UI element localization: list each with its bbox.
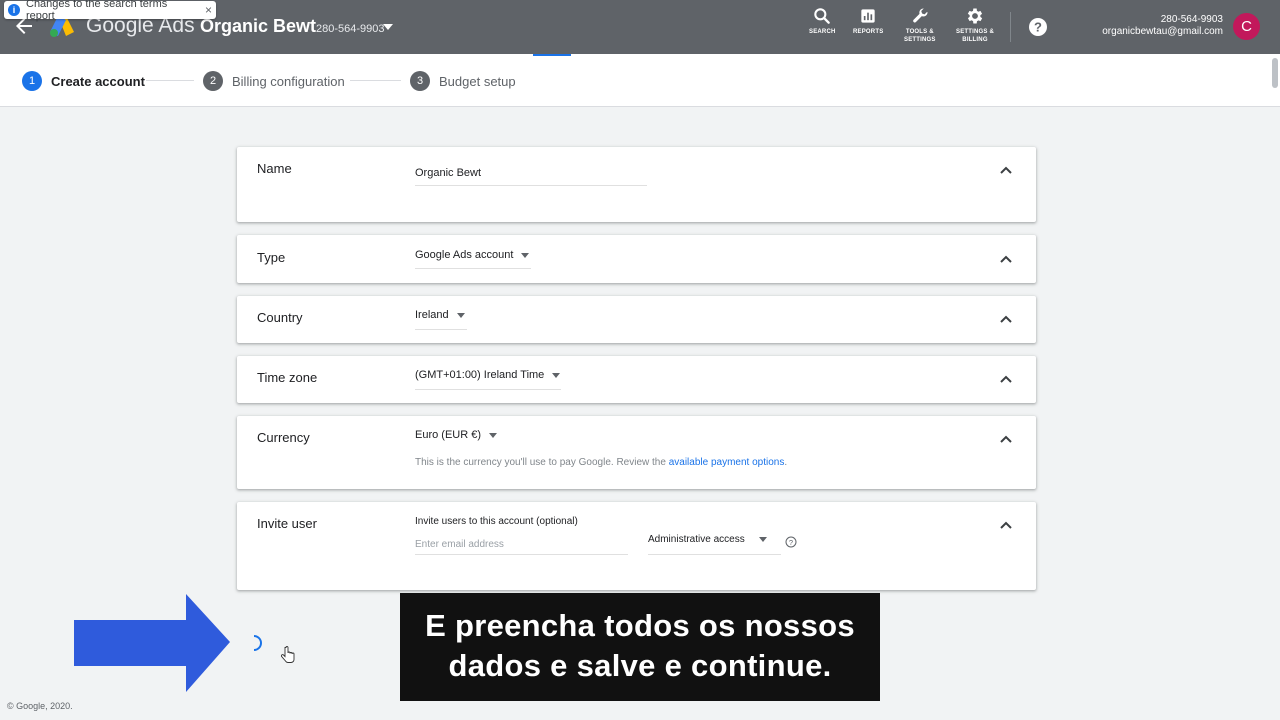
step-number: 1 <box>22 71 42 91</box>
tools-settings-tool[interactable]: TOOLS & SETTINGS <box>904 6 936 44</box>
step-number: 3 <box>410 71 430 91</box>
reports-tool-label: REPORTS <box>853 29 884 35</box>
account-name[interactable]: Organic Bewt <box>200 16 316 37</box>
svg-text:?: ? <box>789 538 793 547</box>
timezone-card-title: Time zone <box>257 370 318 385</box>
step-number: 2 <box>203 71 223 91</box>
country-select[interactable]: Ireland <box>415 309 465 321</box>
settings-billing-label-1: SETTINGS & <box>956 29 995 35</box>
user-account-id: 280-564-9903 <box>1160 14 1223 25</box>
email-field[interactable] <box>415 534 628 554</box>
notification-chip[interactable]: i Changes to the search terms report × <box>4 0 216 22</box>
invite-user-card: Invite user Invite users to this account… <box>237 502 1036 590</box>
timezone-card: Time zone (GMT+01:00) Ireland Time <box>237 356 1036 403</box>
country-card: Country Ireland <box>237 296 1036 343</box>
loading-spinner-icon <box>253 635 262 651</box>
dropdown-caret-icon <box>758 537 767 542</box>
account-dropdown-icon[interactable] <box>382 22 394 32</box>
email-field-underline <box>415 554 628 555</box>
access-level-select[interactable]: Administrative access <box>648 534 767 545</box>
dropdown-caret-icon <box>552 372 561 378</box>
step-connector <box>350 80 401 81</box>
currency-select-value: Euro (EUR €) <box>415 429 482 441</box>
wrench-icon <box>912 8 928 23</box>
search-icon <box>814 8 831 24</box>
country-card-title: Country <box>257 310 303 325</box>
chevron-up-icon[interactable] <box>999 434 1013 444</box>
step-connector <box>146 80 194 81</box>
currency-helper-end: . <box>784 457 788 468</box>
step-label: Billing configuration <box>232 73 345 89</box>
caption-line-1: E preencha todos os nossos <box>425 608 855 643</box>
country-select-underline <box>415 329 467 330</box>
step-label: Budget setup <box>439 73 516 89</box>
name-field-underline <box>415 185 647 186</box>
access-level-value: Administrative access <box>648 534 745 545</box>
chevron-up-icon[interactable] <box>999 165 1013 175</box>
avatar[interactable]: C <box>1233 13 1260 40</box>
invite-card-title: Invite user <box>257 516 317 531</box>
video-caption: E preencha todos os nossos dados e salve… <box>400 593 880 701</box>
account-id[interactable]: 280-564-9903 <box>316 23 385 35</box>
name-card-title: Name <box>257 161 292 176</box>
search-tool-label: SEARCH <box>809 29 836 35</box>
type-card: Type Google Ads account <box>237 235 1036 283</box>
name-field[interactable]: Organic Bewt <box>415 167 481 179</box>
scrollbar-thumb[interactable] <box>1272 58 1278 88</box>
chevron-up-icon[interactable] <box>999 314 1013 324</box>
dropdown-caret-icon <box>521 252 530 258</box>
currency-select[interactable]: Euro (EUR €) <box>415 429 498 441</box>
timezone-select-value: (GMT+01:00) Ireland Time <box>415 369 545 381</box>
progress-track <box>571 54 752 56</box>
step-label: Create account <box>51 73 145 89</box>
currency-card-title: Currency <box>257 430 310 445</box>
currency-helper-main: This is the currency you'll use to pay G… <box>415 457 669 468</box>
step-billing-configuration: 2 Billing configuration <box>203 71 345 91</box>
name-card: Name Organic Bewt <box>237 147 1036 222</box>
info-icon: i <box>8 4 20 16</box>
help-circle-icon[interactable]: ? <box>785 536 797 548</box>
timezone-select[interactable]: (GMT+01:00) Ireland Time <box>415 369 561 381</box>
progress-mark <box>533 54 571 56</box>
help-icon[interactable]: ? <box>1028 17 1048 37</box>
type-select[interactable]: Google Ads account <box>415 249 530 261</box>
user-email: organicbewtau@gmail.com <box>1102 26 1223 37</box>
dropdown-caret-icon <box>456 312 465 318</box>
settings-billing-tool[interactable]: SETTINGS & BILLING <box>956 6 994 44</box>
type-card-title: Type <box>257 250 286 265</box>
currency-helper-text: This is the currency you'll use to pay G… <box>415 457 787 468</box>
notification-text: Changes to the search terms report <box>26 0 168 22</box>
close-icon[interactable]: × <box>205 3 212 17</box>
timezone-select-underline <box>415 389 561 390</box>
caption-line-2: dados e salve e continue. <box>448 648 832 683</box>
step-budget-setup: 3 Budget setup <box>410 71 516 91</box>
chevron-up-icon[interactable] <box>999 520 1013 530</box>
header-divider <box>1010 12 1011 42</box>
chevron-up-icon[interactable] <box>999 374 1013 384</box>
access-select-underline <box>648 554 781 555</box>
invite-label: Invite users to this account (optional) <box>415 516 578 527</box>
copyright-footer: © Google, 2020. <box>7 701 73 711</box>
reports-icon <box>861 9 875 23</box>
country-select-value: Ireland <box>415 309 449 321</box>
gear-icon <box>967 8 983 24</box>
dropdown-caret-icon <box>489 432 498 438</box>
search-tool[interactable]: SEARCH <box>809 6 836 36</box>
hand-cursor-icon <box>281 646 295 663</box>
tools-settings-label-2: SETTINGS <box>904 37 936 43</box>
tools-settings-label-1: TOOLS & <box>905 29 934 35</box>
settings-billing-label-2: BILLING <box>962 37 988 43</box>
type-select-underline <box>415 268 531 269</box>
blue-arrow-icon <box>74 594 230 692</box>
reports-tool[interactable]: REPORTS <box>853 6 883 36</box>
svg-text:?: ? <box>1034 20 1042 35</box>
step-create-account: 1 Create account <box>22 71 145 91</box>
payment-options-link[interactable]: available payment options <box>669 457 785 468</box>
type-select-value: Google Ads account <box>415 249 514 261</box>
currency-card: Currency Euro (EUR €) This is the curren… <box>237 416 1036 489</box>
chevron-up-icon[interactable] <box>999 254 1013 264</box>
